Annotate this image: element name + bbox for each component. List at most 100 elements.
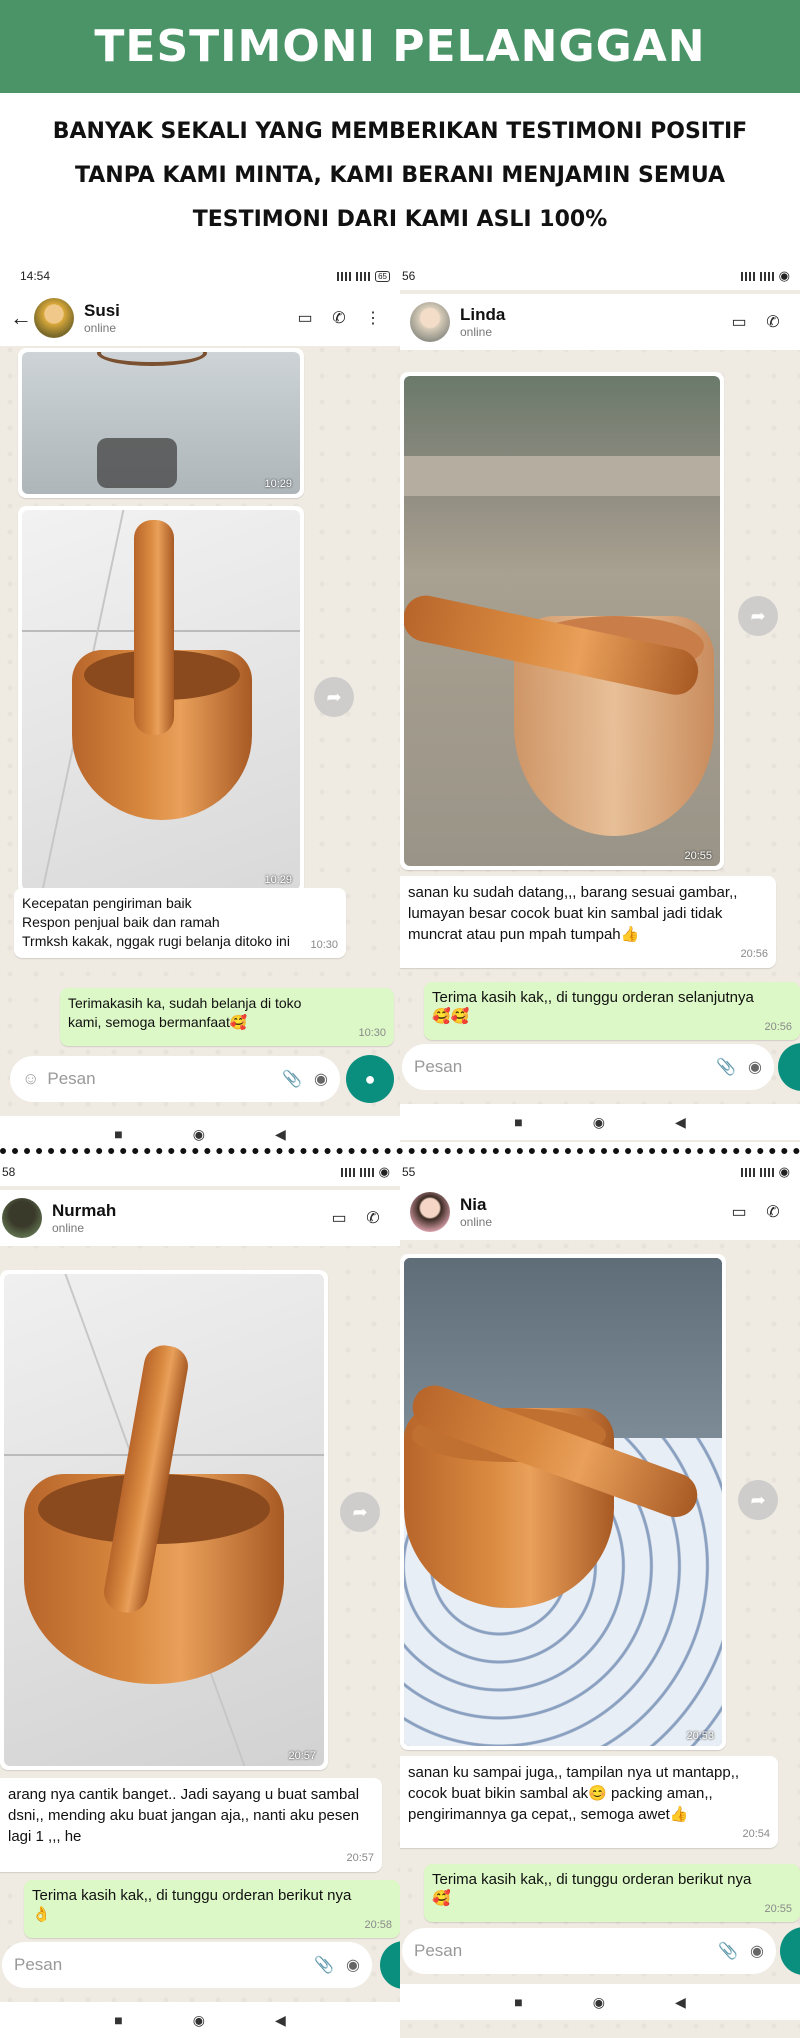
message-line: Respon penjual baik dan ramah <box>22 914 220 930</box>
avatar[interactable] <box>34 298 74 338</box>
message-line: Kecepatan pengiriman baik <box>22 895 192 911</box>
signal-icon <box>759 1167 774 1177</box>
message-time: 20:56 <box>740 948 768 960</box>
message-text: arang nya cantik banget.. Jadi sayang u … <box>8 1786 360 1845</box>
mic-button[interactable]: ● <box>346 1055 394 1103</box>
outgoing-message: Terima kasih kak,, di tunggu orderan ber… <box>24 1880 400 1938</box>
image-message[interactable]: 10:29 <box>18 506 304 894</box>
subtitle-line: TANPA KAMI MINTA, KAMI BERANI MENJAMIN S… <box>74 163 726 188</box>
message-text: Terima kasih kak,, di tunggu orderan ber… <box>32 1887 352 1923</box>
message-text: Terimakasih ka, sudah belanja di toko ka… <box>68 995 302 1030</box>
back-nav-icon[interactable]: ◀ <box>275 2012 286 2029</box>
recent-apps-icon[interactable]: ■ <box>514 1994 522 2010</box>
chat-header: ← Susi online ▭ ✆ ⋮ <box>0 290 400 346</box>
message-input[interactable]: Pesan 📎 ◉ <box>402 1044 774 1090</box>
forward-icon[interactable]: ➦ <box>738 596 778 636</box>
forward-icon[interactable]: ➦ <box>340 1492 380 1532</box>
signal-icon <box>340 1167 355 1177</box>
image-message[interactable]: 10:29 <box>18 348 304 498</box>
message-input[interactable]: ☺ Pesan 📎 ◉ <box>10 1056 340 1102</box>
message-time: 20:57 <box>346 1852 374 1864</box>
attach-icon[interactable]: 📎 <box>282 1069 302 1089</box>
camera-icon[interactable]: ◉ <box>346 1955 360 1975</box>
chat-screenshot-susi: 14:54 65 ← Susi online ▭ ✆ ⋮ 10:29 10:29… <box>0 262 400 1152</box>
recent-apps-icon[interactable]: ■ <box>114 1126 122 1142</box>
camera-icon[interactable]: ◉ <box>314 1069 328 1089</box>
chat-header: Linda online ▭ ✆ <box>400 294 800 350</box>
signal-icon <box>356 271 371 281</box>
video-call-icon[interactable]: ▭ <box>322 1208 356 1228</box>
outgoing-message: Terima kasih kak,, di tunggu orderan ber… <box>424 1864 800 1922</box>
wifi-icon: ◉ <box>778 268 790 283</box>
message-time: 20:55 <box>684 850 712 862</box>
back-nav-icon[interactable]: ◀ <box>675 1994 686 2011</box>
navigation-bar: ■ ◉ ◀ <box>400 1984 800 2020</box>
recent-apps-icon[interactable]: ■ <box>514 1114 522 1130</box>
outgoing-message: Terimakasih ka, sudah belanja di toko ka… <box>60 988 394 1046</box>
attach-icon[interactable]: 📎 <box>718 1941 738 1961</box>
navigation-bar: ■ ◉ ◀ <box>400 1104 800 1140</box>
contact-status: online <box>460 1215 493 1229</box>
signal-icon <box>759 271 774 281</box>
contact-name[interactable]: Linda <box>460 305 722 325</box>
signal-icon <box>740 271 755 281</box>
forward-icon[interactable]: ➦ <box>738 1480 778 1520</box>
image-message[interactable]: 20:53 <box>400 1254 726 1750</box>
forward-icon[interactable]: ➦ <box>314 677 354 717</box>
status-bar: 55 ◉ <box>400 1158 800 1186</box>
home-icon[interactable]: ◉ <box>193 2012 205 2029</box>
message-time: 20:54 <box>742 1828 770 1840</box>
avatar[interactable] <box>2 1198 42 1238</box>
message-input[interactable]: Pesan 📎 ◉ <box>402 1928 776 1974</box>
arrow-left-icon[interactable]: ← <box>10 305 34 331</box>
video-call-icon[interactable]: ▭ <box>288 308 322 328</box>
contact-status: online <box>84 321 117 335</box>
image-message[interactable]: 20:57 <box>0 1270 328 1770</box>
message-text: Terima kasih kak,, di tunggu orderan sel… <box>432 989 754 1025</box>
chat-header: Nurmah online ▭ ✆ <box>0 1190 400 1246</box>
status-bar: 58 ◉ <box>0 1158 400 1186</box>
avatar[interactable] <box>410 1192 450 1232</box>
message-time: 20:56 <box>764 1021 792 1033</box>
camera-icon[interactable]: ◉ <box>748 1057 762 1077</box>
video-call-icon[interactable]: ▭ <box>722 312 756 332</box>
home-icon[interactable]: ◉ <box>593 1114 605 1131</box>
message-time: 20:57 <box>288 1750 316 1762</box>
message-input[interactable]: Pesan 📎 ◉ <box>2 1942 372 1988</box>
clock: 58 <box>2 1165 16 1179</box>
image-message[interactable]: 20:55 <box>400 372 724 870</box>
message-time: 10:30 <box>358 1027 386 1039</box>
clock: 14:54 <box>20 269 51 283</box>
camera-icon[interactable]: ◉ <box>750 1941 764 1961</box>
message-time: 10:30 <box>310 939 338 951</box>
home-icon[interactable]: ◉ <box>593 1994 605 2011</box>
contact-name[interactable]: Susi <box>84 301 288 321</box>
message-time: 10:29 <box>264 874 292 886</box>
incoming-message: sanan ku sampai juga,, tampilan nya ut m… <box>400 1756 778 1848</box>
home-icon[interactable]: ◉ <box>193 1126 205 1143</box>
back-nav-icon[interactable]: ◀ <box>675 1114 686 1131</box>
avatar[interactable] <box>410 302 450 342</box>
phone-icon[interactable]: ✆ <box>322 308 356 328</box>
wifi-icon: ◉ <box>778 1164 790 1179</box>
phone-icon[interactable]: ✆ <box>756 312 790 332</box>
contact-status: online <box>52 1221 85 1235</box>
navigation-bar: ■ ◉ ◀ <box>0 1116 400 1152</box>
recent-apps-icon[interactable]: ■ <box>114 2012 122 2028</box>
more-options-icon[interactable]: ⋮ <box>356 308 390 328</box>
contact-name[interactable]: Nia <box>460 1195 722 1215</box>
section-divider <box>0 1148 800 1154</box>
status-bar: 56 ◉ <box>400 262 800 290</box>
phone-icon[interactable]: ✆ <box>356 1208 390 1228</box>
attach-icon[interactable]: 📎 <box>716 1057 736 1077</box>
chat-screenshot-nurmah: 58 ◉ Nurmah online ▭ ✆ 20:57 ➦ arang nya… <box>0 1158 400 2038</box>
back-nav-icon[interactable]: ◀ <box>275 1126 286 1143</box>
contact-name[interactable]: Nurmah <box>52 1201 322 1221</box>
attach-icon[interactable]: 📎 <box>314 1955 334 1975</box>
video-call-icon[interactable]: ▭ <box>722 1202 756 1222</box>
message-text: sanan ku sampai juga,, tampilan nya ut m… <box>408 1764 740 1823</box>
message-time: 20:53 <box>686 1730 714 1742</box>
emoji-icon[interactable]: ☺ <box>22 1069 39 1089</box>
chat-header: Nia online ▭ ✆ <box>400 1184 800 1240</box>
phone-icon[interactable]: ✆ <box>756 1202 790 1222</box>
